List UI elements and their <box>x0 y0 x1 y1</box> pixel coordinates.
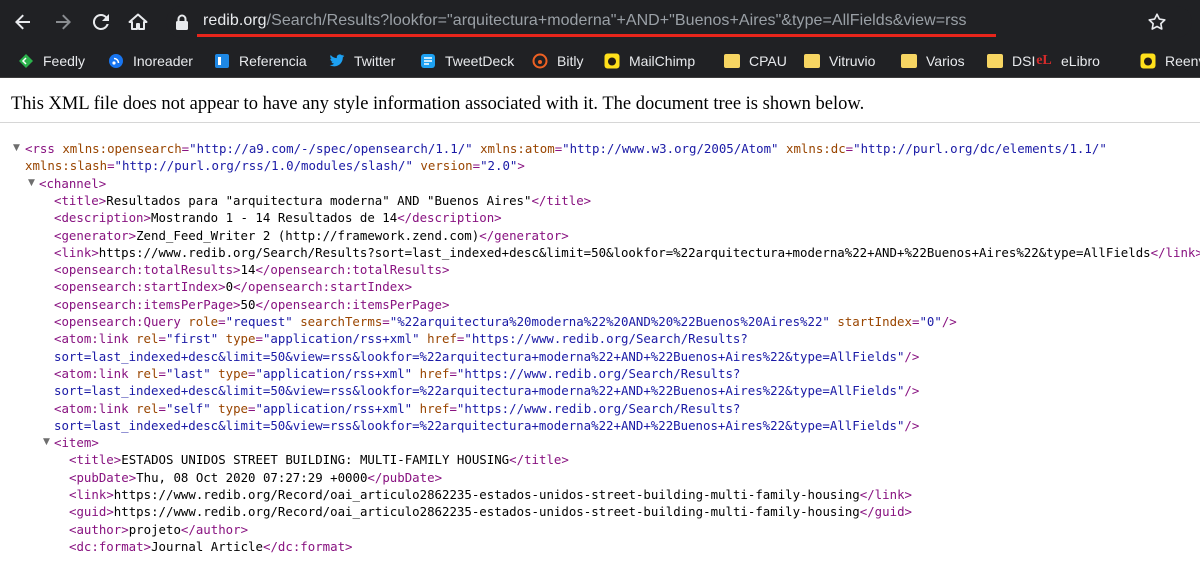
folder-icon <box>804 53 820 69</box>
home-icon <box>128 13 148 30</box>
collapse-arrow-icon[interactable]: ▼ <box>13 143 20 153</box>
xml-line: <description>Mostrando 1 - 14 Resultados… <box>54 210 502 226</box>
bookmark-vitruvio[interactable]: Vitruvio <box>804 45 875 76</box>
xml-line: <opensearch:startIndex>0</opensearch:sta… <box>54 279 413 295</box>
xml-line: <title>ESTADOS UNIDOS STREET BUILDING: M… <box>69 452 569 468</box>
forward-arrow-icon <box>56 14 71 30</box>
folder-icon <box>724 53 740 69</box>
bookmark-reenvi[interactable]: Reenvi <box>1140 45 1200 76</box>
tweetdeck-icon <box>420 53 436 69</box>
xml-line: <opensearch:Query role="request" searchT… <box>54 314 957 329</box>
lock-icon <box>176 14 188 30</box>
bookmark-elibro[interactable]: eL eLibro <box>1036 45 1100 76</box>
xml-line: <atom:link rel="first" type="application… <box>54 331 748 347</box>
inoreader-icon <box>108 53 124 69</box>
mailchimp-icon <box>604 53 620 69</box>
xml-line: sort=last_indexed+desc&limit=50&view=rss… <box>54 417 920 433</box>
bookmark-label: MailChimp <box>629 52 696 69</box>
xml-line: <atom:link rel="self" type="application/… <box>54 400 741 416</box>
bookmark-label: Varios <box>926 52 965 69</box>
xml-line: <atom:link rel="last" type="application/… <box>54 365 741 381</box>
forward-button[interactable] <box>46 5 80 39</box>
home-button[interactable] <box>121 5 155 39</box>
xml-line: <author>projeto</author> <box>69 521 249 537</box>
bookmark-label: Vitruvio <box>829 52 876 69</box>
bookmark-twitter[interactable]: Twitter <box>329 45 395 76</box>
folder-shape <box>901 53 917 68</box>
folder-icon <box>987 53 1003 69</box>
xml-line: <guid>https://www.redib.org/Record/oai_a… <box>69 504 912 520</box>
bookmark-label: Bitly <box>557 52 584 69</box>
bookmark-label: TweetDeck <box>445 52 515 69</box>
folder-shape <box>724 53 740 68</box>
address-bar[interactable]: redib.org/Search/Results?lookfor="arquit… <box>166 6 1192 38</box>
back-button[interactable] <box>6 5 40 39</box>
bookmark-label: DSI <box>1012 52 1036 69</box>
bookmark-cpau[interactable]: CPAU <box>724 45 787 76</box>
bookmark-inoreader[interactable]: Inoreader <box>108 45 193 76</box>
xml-line: <item> <box>54 435 99 451</box>
url-highlight-underline <box>197 34 996 37</box>
xml-line: <opensearch:itemsPerPage>50</opensearch:… <box>54 296 450 312</box>
bookmark-bitly[interactable]: Bitly <box>532 45 583 76</box>
folder-shape <box>804 53 820 68</box>
bitly-icon <box>532 53 548 69</box>
folder-icon <box>901 53 917 69</box>
collapse-arrow-icon[interactable]: ▼ <box>28 178 35 188</box>
xml-line: <rss xmlns:opensearch="http://a9.com/-/s… <box>25 141 1107 156</box>
xml-notice: This XML file does not appear to have an… <box>0 78 1200 123</box>
bookmarks-bar: Feedly Inoreader Referencia Twitter TweetDec… <box>0 45 1200 78</box>
bookmark-varios[interactable]: Varios <box>901 45 965 76</box>
url-text: redib.org/Search/Results?lookfor="arquit… <box>203 12 967 30</box>
url-domain: redib.org <box>203 12 267 29</box>
xml-line: <dc:format>Journal Article</dc:format> <box>69 538 353 554</box>
bookmark-tweetdeck[interactable]: TweetDeck <box>420 45 514 76</box>
xml-line: <opensearch:totalResults>14</opensearch:… <box>54 262 450 278</box>
xml-line: sort=last_indexed+desc&limit=50&view=rss… <box>54 383 920 399</box>
bookmark-label: Inoreader <box>133 52 193 69</box>
bookmark-mailchimp[interactable]: MailChimp <box>604 45 695 76</box>
url-path: /Search/Results?lookfor="arquitectura+mo… <box>266 12 967 29</box>
elibro-icon: eL <box>1036 52 1052 68</box>
bookmark-star-icon[interactable] <box>1146 11 1168 33</box>
xml-line: <link>https://www.redib.org/Record/oai_a… <box>69 487 912 502</box>
xml-line: sort=last_indexed+desc&limit=50&view=rss… <box>54 348 920 364</box>
xml-line: <generator>Zend_Feed_Writer 2 (http://fr… <box>54 227 569 243</box>
feedly-icon <box>18 53 34 69</box>
xml-line: <pubDate>Thu, 08 Oct 2020 07:27:29 +0000… <box>69 469 443 485</box>
bookmark-label: eLibro <box>1061 52 1100 69</box>
xml-line: <link>https://www.redib.org/Search/Resul… <box>54 244 1200 260</box>
back-arrow-icon <box>15 14 30 30</box>
referencia-icon <box>214 53 230 69</box>
bookmark-label: Reenvi <box>1165 52 1200 69</box>
bookmark-label: Feedly <box>43 52 86 69</box>
twitter-icon <box>329 53 345 69</box>
bookmark-label: Twitter <box>354 52 396 69</box>
xml-line: <title>Resultados para "arquitectura mod… <box>54 192 592 208</box>
bookmark-dsi[interactable]: DSI <box>987 45 1035 76</box>
folder-shape <box>987 53 1003 68</box>
bookmark-feedly[interactable]: Feedly <box>18 45 85 76</box>
reload-icon <box>92 13 109 30</box>
xml-line: xmlns:slash="http://purl.org/rss/1.0/mod… <box>25 158 525 174</box>
bookmark-label: CPAU <box>749 52 787 69</box>
browser-toolbar: redib.org/Search/Results?lookfor="arquit… <box>0 0 1200 45</box>
reload-button[interactable] <box>84 5 118 39</box>
bookmark-label: Referencia <box>239 52 307 69</box>
collapse-arrow-icon[interactable]: ▼ <box>43 437 50 447</box>
bookmark-referencia[interactable]: Referencia <box>214 45 307 76</box>
xml-notice-text: This XML file does not appear to have an… <box>11 94 865 114</box>
mailchimp-icon <box>1140 53 1156 69</box>
xml-line: <channel> <box>39 175 107 191</box>
